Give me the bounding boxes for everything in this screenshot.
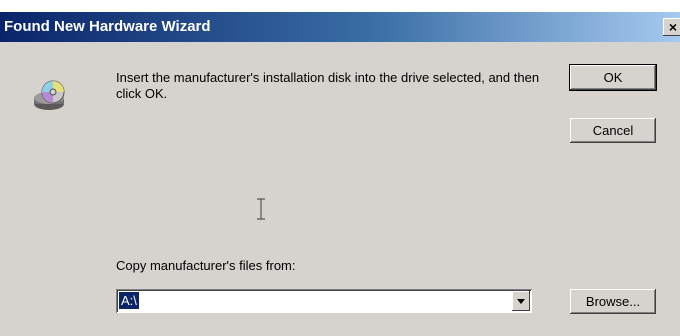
copy-from-value[interactable]: A:\ (119, 292, 139, 309)
instruction-message: Insert the manufacturer's installation d… (116, 70, 540, 101)
cancel-button[interactable]: Cancel (570, 118, 656, 143)
browse-button[interactable]: Browse... (570, 289, 656, 314)
chevron-down-icon (517, 299, 525, 304)
title-bar[interactable]: Found New Hardware Wizard × (0, 12, 680, 42)
copy-from-combobox[interactable]: A:\ (116, 289, 532, 313)
text-cursor-icon (255, 198, 267, 220)
cd-disk-icon (32, 80, 70, 116)
found-new-hardware-dialog: Found New Hardware Wizard × Insert the m… (0, 12, 680, 336)
copy-from-label: Copy manufacturer's files from: (116, 258, 296, 273)
close-icon: × (668, 19, 678, 35)
ok-button[interactable]: OK (569, 64, 657, 91)
close-button[interactable]: × (663, 18, 680, 36)
dropdown-button[interactable] (512, 291, 530, 311)
window-title: Found New Hardware Wizard (4, 18, 211, 35)
